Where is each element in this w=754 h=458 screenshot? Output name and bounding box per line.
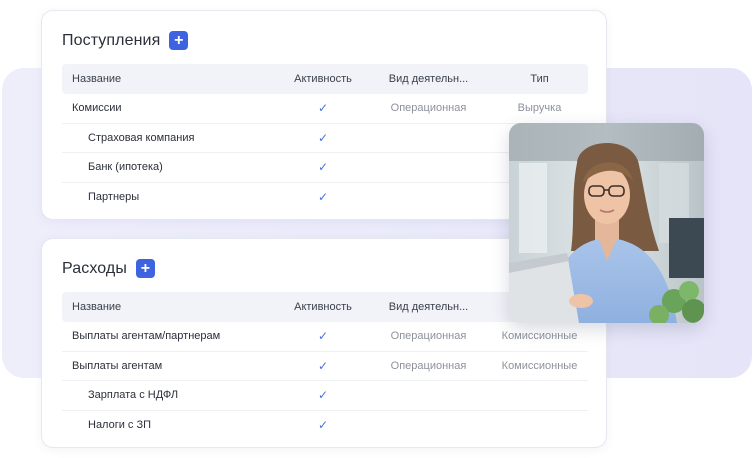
expense-title: Расходы	[62, 259, 127, 277]
check-icon: ✓	[317, 160, 329, 175]
column-header-name[interactable]: Название	[62, 73, 280, 85]
row-kind: Операционная	[390, 102, 467, 115]
add-income-button[interactable]: +	[169, 31, 189, 50]
check-icon: ✓	[317, 130, 329, 145]
user-photo	[509, 123, 704, 323]
expense-header: Расходы +	[62, 259, 155, 278]
row-name: Выплаты агентам	[72, 359, 163, 372]
income-title: Поступления	[62, 31, 161, 49]
column-header-active[interactable]: Активность	[280, 73, 366, 85]
income-header: Поступления +	[62, 31, 189, 50]
row-name: Зарплата с НДФЛ	[88, 389, 179, 402]
table-row[interactable]: Налоги с ЗП ✓	[62, 411, 588, 441]
column-header-active[interactable]: Активность	[280, 301, 366, 313]
row-type: Комиссионные	[501, 359, 578, 372]
row-name: Партнеры	[88, 191, 140, 204]
row-name: Страховая компания	[88, 131, 195, 144]
row-kind: Операционная	[390, 359, 467, 372]
add-expense-button[interactable]: +	[135, 259, 155, 278]
table-row[interactable]: Выплаты агентам ✓ Операционная Комиссион…	[62, 352, 588, 381]
check-icon: ✓	[317, 190, 329, 205]
column-header-type[interactable]: Тип	[491, 73, 588, 85]
row-name: Выплаты агентам/партнерам	[72, 330, 221, 343]
table-row[interactable]: Зарплата с НДФЛ ✓	[62, 381, 588, 411]
check-icon: ✓	[317, 329, 329, 344]
row-name: Банк (ипотека)	[88, 161, 163, 174]
plus-icon: +	[174, 31, 184, 49]
woman-at-laptop-illustration	[509, 123, 704, 323]
row-name: Налоги с ЗП	[88, 419, 152, 432]
row-type: Выручка	[517, 102, 562, 115]
check-icon: ✓	[317, 418, 329, 433]
plus-icon: +	[140, 259, 151, 277]
table-row[interactable]: Выплаты агентам/партнерам ✓ Операционная…	[62, 322, 588, 352]
column-header-name[interactable]: Название	[62, 301, 280, 313]
column-header-kind[interactable]: Вид деятельн...	[366, 73, 491, 85]
column-header-kind[interactable]: Вид деятельн...	[366, 301, 491, 313]
row-name: Комиссии	[72, 102, 122, 115]
table-row[interactable]: Комиссии ✓ Операционная Выручка	[62, 94, 588, 124]
check-icon: ✓	[317, 388, 329, 403]
row-kind: Операционная	[390, 330, 467, 343]
check-icon: ✓	[317, 358, 329, 373]
table-header: Название Активность Вид деятельн... Тип	[62, 64, 588, 94]
row-type: Комиссионные	[501, 330, 578, 343]
check-icon: ✓	[317, 101, 329, 116]
